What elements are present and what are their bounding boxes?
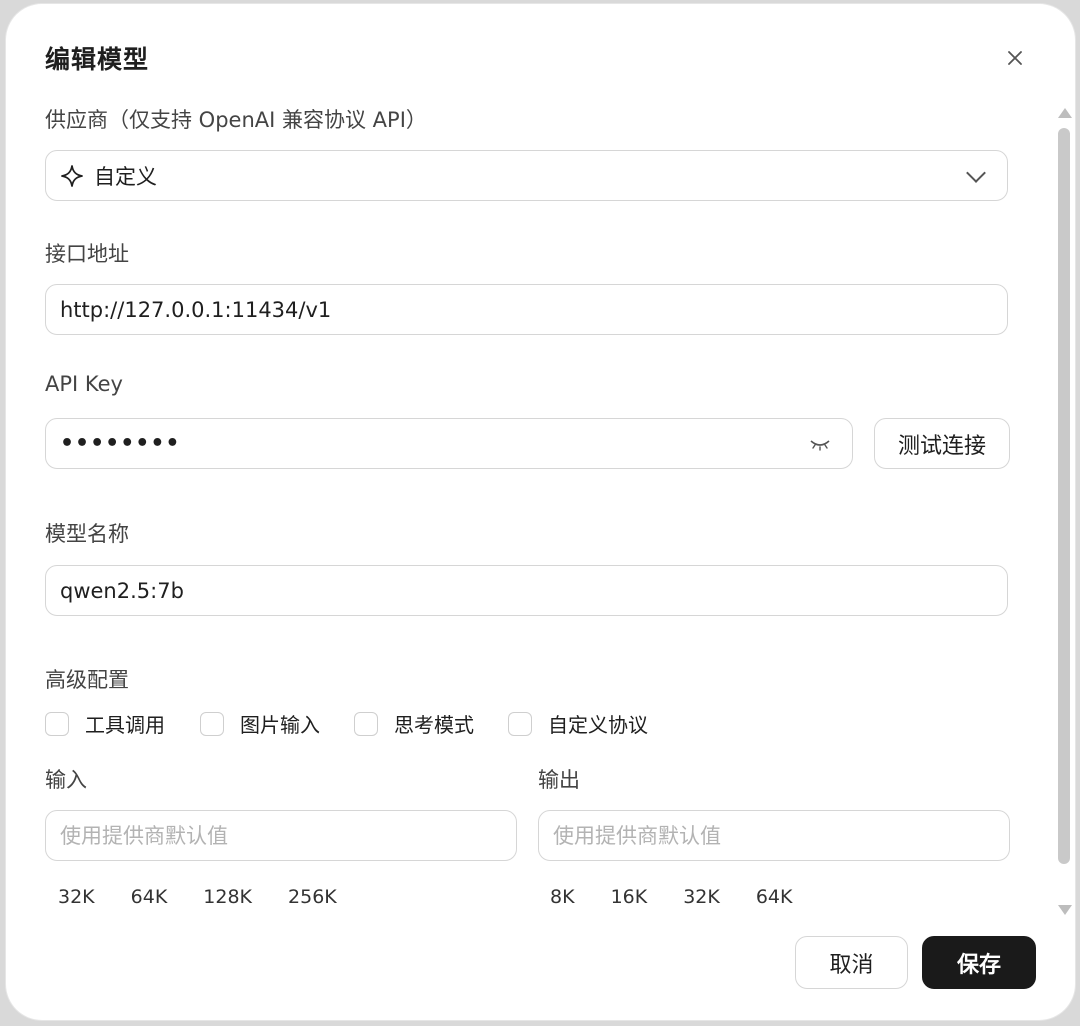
checkbox-thinking-mode[interactable]: 思考模式 [354,709,474,738]
chevron-down-icon [966,162,986,183]
model-name-label: 模型名称 [45,522,129,546]
checkbox-box[interactable] [508,711,532,736]
preset-input-128k[interactable]: 128K [203,886,252,908]
endpoint-input[interactable] [60,297,993,322]
checkbox-label: 图片输入 [240,713,320,737]
input-tokens-field[interactable] [45,810,517,861]
checkbox-box[interactable] [45,711,69,736]
checkbox-label: 工具调用 [85,713,165,737]
preset-input-32k[interactable]: 32K [58,886,95,908]
checkbox-tool-calling[interactable]: 工具调用 [45,709,165,738]
model-name-input[interactable] [60,578,993,603]
sparkle-icon [60,164,84,188]
close-icon[interactable] [1002,45,1028,71]
advanced-label: 高级配置 [45,668,129,692]
edit-model-dialog: 编辑模型 供应商（仅支持 OpenAI 兼容协议 API） 自定义 接口地址 A… [6,4,1075,1020]
preset-output-8k[interactable]: 8K [550,886,575,908]
output-tokens-label: 输出 [538,768,580,792]
checkbox-label: 思考模式 [394,713,474,737]
scrollbar[interactable] [1056,104,1072,919]
output-tokens-field[interactable] [538,810,1010,861]
scroll-down-arrow-icon[interactable] [1058,905,1072,915]
cancel-button[interactable]: 取消 [795,936,908,989]
endpoint-field[interactable] [45,284,1008,335]
endpoint-label: 接口地址 [45,242,129,266]
api-key-field[interactable]: •••••••• [45,418,853,469]
preset-input-256k[interactable]: 256K [288,886,337,908]
scroll-up-arrow-icon[interactable] [1058,108,1072,118]
preset-output-64k[interactable]: 64K [756,886,793,908]
eye-closed-icon[interactable] [808,432,832,456]
checkbox-label: 自定义协议 [548,713,648,737]
input-tokens-label: 输入 [45,768,87,792]
input-tokens-input[interactable] [60,823,502,848]
provider-select[interactable]: 自定义 [45,150,1008,201]
test-connection-button[interactable]: 测试连接 [874,418,1010,469]
api-key-label: API Key [45,372,123,396]
output-presets: 8K 16K 32K 64K [550,886,792,908]
preset-output-16k[interactable]: 16K [611,886,648,908]
output-tokens-input[interactable] [553,823,995,848]
save-button[interactable]: 保存 [922,936,1036,989]
dialog-title: 编辑模型 [45,45,150,74]
scrollbar-thumb[interactable] [1058,128,1070,864]
checkbox-box[interactable] [200,711,224,736]
preset-input-64k[interactable]: 64K [131,886,168,908]
checkbox-custom-protocol[interactable]: 自定义协议 [508,709,648,738]
checkbox-image-input[interactable]: 图片输入 [200,709,320,738]
input-presets: 32K 64K 128K 256K [58,886,337,908]
model-name-field[interactable] [45,565,1008,616]
preset-output-32k[interactable]: 32K [683,886,720,908]
provider-label: 供应商（仅支持 OpenAI 兼容协议 API） [45,108,427,132]
api-key-masked-value[interactable]: •••••••• [60,431,808,456]
provider-selected-value: 自定义 [94,164,157,189]
checkbox-box[interactable] [354,711,378,736]
